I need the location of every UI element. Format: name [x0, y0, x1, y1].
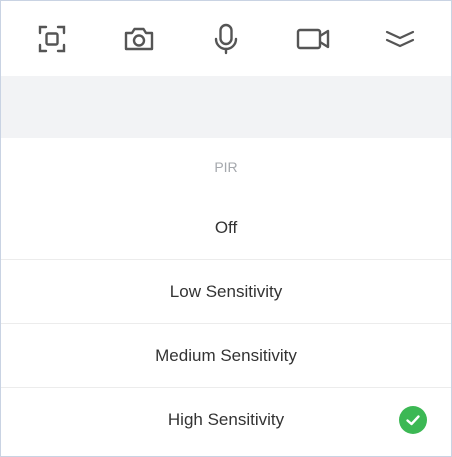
toolbar	[1, 1, 451, 76]
app-frame: PIR Off Low Sensitivity Medium Sensitivi…	[0, 0, 452, 457]
video-record-button[interactable]	[286, 12, 340, 66]
camera-button[interactable]	[112, 12, 166, 66]
collapse-button[interactable]	[373, 12, 427, 66]
pir-sensitivity-sheet: PIR Off Low Sensitivity Medium Sensitivi…	[1, 138, 451, 451]
option-label: Off	[214, 217, 238, 237]
video-camera-icon	[296, 28, 329, 49]
microphone-button[interactable]	[199, 12, 253, 66]
selected-check-icon	[399, 405, 427, 434]
option-high-sensitivity[interactable]: High Sensitivity	[1, 387, 451, 451]
screenshot-button[interactable]	[25, 12, 79, 66]
option-off[interactable]: Off	[1, 196, 451, 259]
option-label: Low Sensitivity	[169, 281, 283, 301]
option-label: High Sensitivity	[167, 409, 285, 429]
option-low-sensitivity[interactable]: Low Sensitivity	[1, 259, 451, 323]
sheet-title: PIR	[214, 159, 238, 175]
option-medium-sensitivity[interactable]: Medium Sensitivity	[1, 323, 451, 387]
microphone-icon	[214, 23, 238, 54]
divider-band	[1, 76, 451, 138]
option-label: Medium Sensitivity	[155, 345, 297, 365]
screenshot-icon	[39, 25, 66, 52]
collapse-chevron-icon	[385, 30, 414, 47]
camera-icon	[124, 27, 154, 50]
